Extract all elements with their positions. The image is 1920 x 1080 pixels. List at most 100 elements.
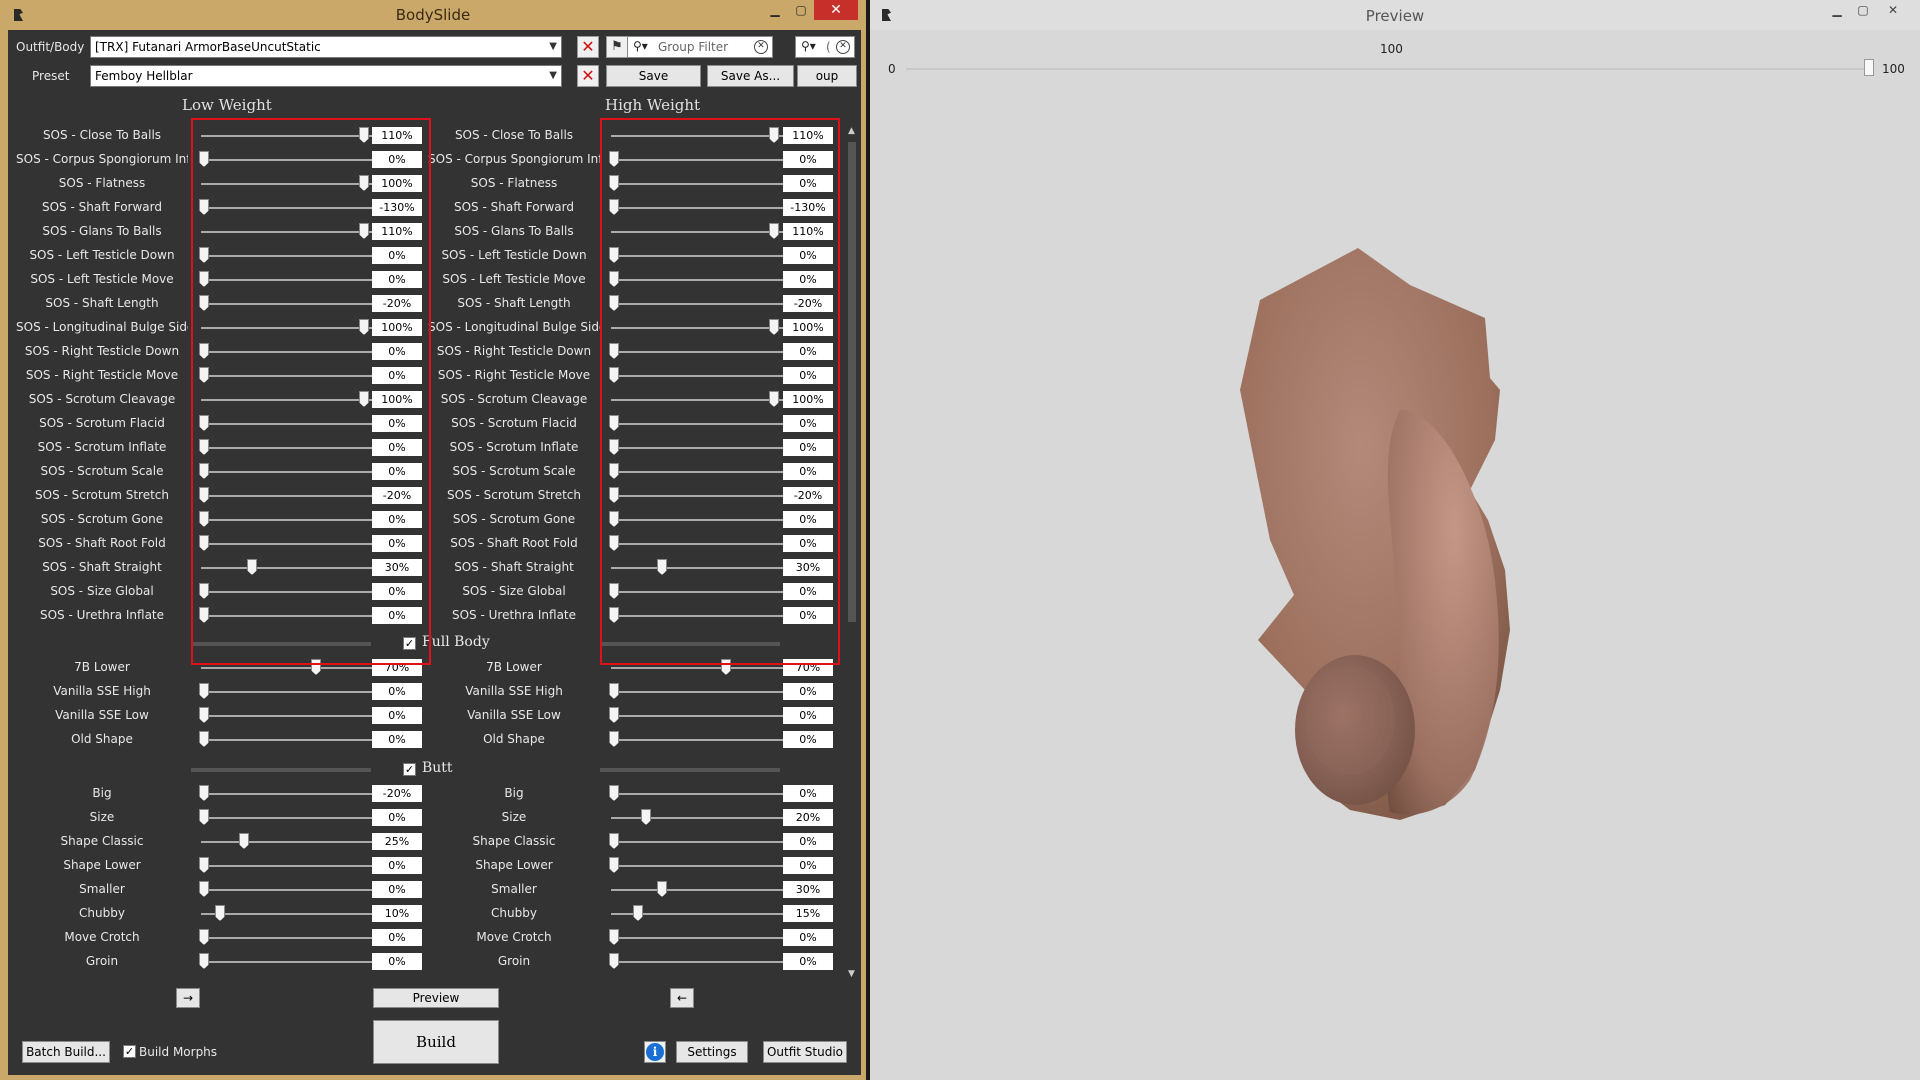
high-weight-slider-track[interactable] (611, 793, 783, 795)
low-weight-slider-thumb[interactable] (199, 857, 209, 873)
section-title[interactable]: Full Body (422, 634, 490, 650)
preview-viewport[interactable]: 100 0 100 (870, 30, 1920, 1080)
slider-scrollbar[interactable]: ▲ ▼ (846, 126, 858, 979)
high-weight-slider-track[interactable] (611, 841, 783, 843)
clear-filter-icon[interactable]: ✕ (754, 40, 768, 54)
high-weight-slider-thumb[interactable] (609, 833, 619, 849)
high-weight-slider-thumb[interactable] (609, 953, 619, 969)
high-weight-slider-thumb[interactable] (633, 905, 643, 921)
low-weight-slider-track[interactable] (201, 817, 373, 819)
batch-build-button[interactable]: Batch Build... (22, 1041, 110, 1063)
high-weight-slider-thumb[interactable] (657, 881, 667, 897)
high-weight-value-field[interactable]: 20% (783, 809, 833, 826)
body-mesh-render[interactable] (1200, 200, 1520, 840)
high-weight-value-field[interactable]: 0% (783, 833, 833, 850)
scroll-down-icon[interactable]: ▼ (848, 969, 855, 979)
clear-outfit-filter-icon[interactable]: ✕ (836, 40, 850, 54)
low-weight-value-field[interactable]: 0% (372, 731, 422, 748)
low-weight-value-field[interactable]: 0% (372, 881, 422, 898)
group-filter-input[interactable]: ⚲▾ Group Filter ✕ (627, 36, 773, 58)
high-weight-value-field[interactable]: 0% (783, 953, 833, 970)
section-toggle-checkbox[interactable]: ✓ (403, 763, 416, 776)
high-weight-slider-track[interactable] (611, 937, 783, 939)
low-weight-value-field[interactable]: 0% (372, 809, 422, 826)
high-weight-slider-thumb[interactable] (641, 809, 651, 825)
preview-button[interactable]: Preview (373, 988, 499, 1008)
save-as-button[interactable]: Save As... (707, 65, 794, 87)
scroll-thumb[interactable] (848, 142, 856, 622)
build-button[interactable]: Build (373, 1020, 499, 1064)
preset-select[interactable]: Femboy Hellblar ▼ (90, 65, 562, 87)
low-weight-slider-thumb[interactable] (199, 881, 209, 897)
clear-outfit-button[interactable]: ✕ (577, 36, 599, 58)
low-weight-slider-thumb[interactable] (199, 809, 209, 825)
bodyslide-titlebar[interactable]: BodySlide ▁ ▢ ✕ (0, 0, 866, 30)
low-weight-slider-track[interactable] (201, 739, 373, 741)
low-weight-slider-track[interactable] (201, 865, 373, 867)
low-weight-value-field[interactable]: 0% (372, 929, 422, 946)
high-weight-slider-track[interactable] (611, 961, 783, 963)
outfit-filter-toggle-icon[interactable]: ⚑ (606, 36, 628, 58)
low-weight-slider-thumb[interactable] (215, 905, 225, 921)
maximize-icon[interactable]: ▢ (788, 0, 814, 20)
low-weight-value-field[interactable]: 10% (372, 905, 422, 922)
low-weight-value-field[interactable]: 25% (372, 833, 422, 850)
low-weight-slider-track[interactable] (201, 667, 373, 669)
low-weight-slider-track[interactable] (201, 913, 373, 915)
low-weight-slider-track[interactable] (201, 889, 373, 891)
outfit-filter-input[interactable]: ⚲▾ ( ✕ (795, 36, 855, 58)
high-weight-slider-track[interactable] (611, 739, 783, 741)
low-weight-value-field[interactable]: 0% (372, 857, 422, 874)
outfit-studio-button[interactable]: Outfit Studio (763, 1041, 847, 1063)
copy-to-high-button[interactable]: → (176, 988, 200, 1008)
high-weight-value-field[interactable]: 30% (783, 881, 833, 898)
low-weight-slider-track[interactable] (201, 961, 373, 963)
high-weight-slider-track[interactable] (611, 865, 783, 867)
low-weight-value-field[interactable]: 0% (372, 707, 422, 724)
close-icon[interactable]: ✕ (814, 0, 858, 20)
low-weight-slider-thumb[interactable] (199, 731, 209, 747)
low-weight-slider-thumb[interactable] (199, 953, 209, 969)
copy-to-low-button[interactable]: ← (670, 988, 694, 1008)
low-weight-slider-thumb[interactable] (199, 707, 209, 723)
close-icon[interactable]: ✕ (1876, 0, 1910, 20)
high-weight-slider-thumb[interactable] (609, 707, 619, 723)
save-button[interactable]: Save (606, 65, 701, 87)
low-weight-slider-thumb[interactable] (239, 833, 249, 849)
high-weight-slider-thumb[interactable] (609, 785, 619, 801)
low-weight-slider-thumb[interactable] (199, 929, 209, 945)
scroll-up-icon[interactable]: ▲ (848, 126, 855, 136)
high-weight-value-field[interactable]: 0% (783, 929, 833, 946)
low-weight-value-field[interactable]: 0% (372, 683, 422, 700)
about-button[interactable]: i (644, 1041, 666, 1063)
high-weight-value-field[interactable]: 0% (783, 785, 833, 802)
low-weight-slider-track[interactable] (201, 691, 373, 693)
high-weight-slider-thumb[interactable] (609, 857, 619, 873)
high-weight-slider-track[interactable] (611, 817, 783, 819)
high-weight-value-field[interactable]: 0% (783, 731, 833, 748)
low-weight-slider-thumb[interactable] (199, 785, 209, 801)
high-weight-slider-thumb[interactable] (609, 929, 619, 945)
high-weight-value-field[interactable]: 0% (783, 707, 833, 724)
low-weight-value-field[interactable]: 0% (372, 953, 422, 970)
high-weight-value-field[interactable]: 0% (783, 857, 833, 874)
high-weight-slider-track[interactable] (611, 691, 783, 693)
weight-slider-track[interactable] (906, 68, 1874, 70)
high-weight-slider-track[interactable] (611, 715, 783, 717)
low-weight-slider-track[interactable] (201, 937, 373, 939)
high-weight-slider-track[interactable] (611, 889, 783, 891)
outfit-body-select[interactable]: [TRX] Futanari ArmorBaseUncutStatic ▼ (90, 36, 562, 58)
minimize-icon[interactable]: ▁ (762, 0, 788, 20)
minimize-icon[interactable]: ▁ (1824, 0, 1850, 20)
high-weight-slider-thumb[interactable] (609, 731, 619, 747)
group-manager-button[interactable]: oup Mana (797, 65, 857, 87)
weight-slider-thumb[interactable] (1864, 59, 1874, 76)
low-weight-slider-track[interactable] (201, 841, 373, 843)
section-title[interactable]: Butt (422, 760, 453, 776)
high-weight-value-field[interactable]: 15% (783, 905, 833, 922)
high-weight-value-field[interactable]: 0% (783, 683, 833, 700)
high-weight-slider-thumb[interactable] (609, 683, 619, 699)
high-weight-slider-track[interactable] (611, 667, 783, 669)
clear-preset-button[interactable]: ✕ (577, 65, 599, 87)
settings-button[interactable]: Settings (676, 1041, 748, 1063)
